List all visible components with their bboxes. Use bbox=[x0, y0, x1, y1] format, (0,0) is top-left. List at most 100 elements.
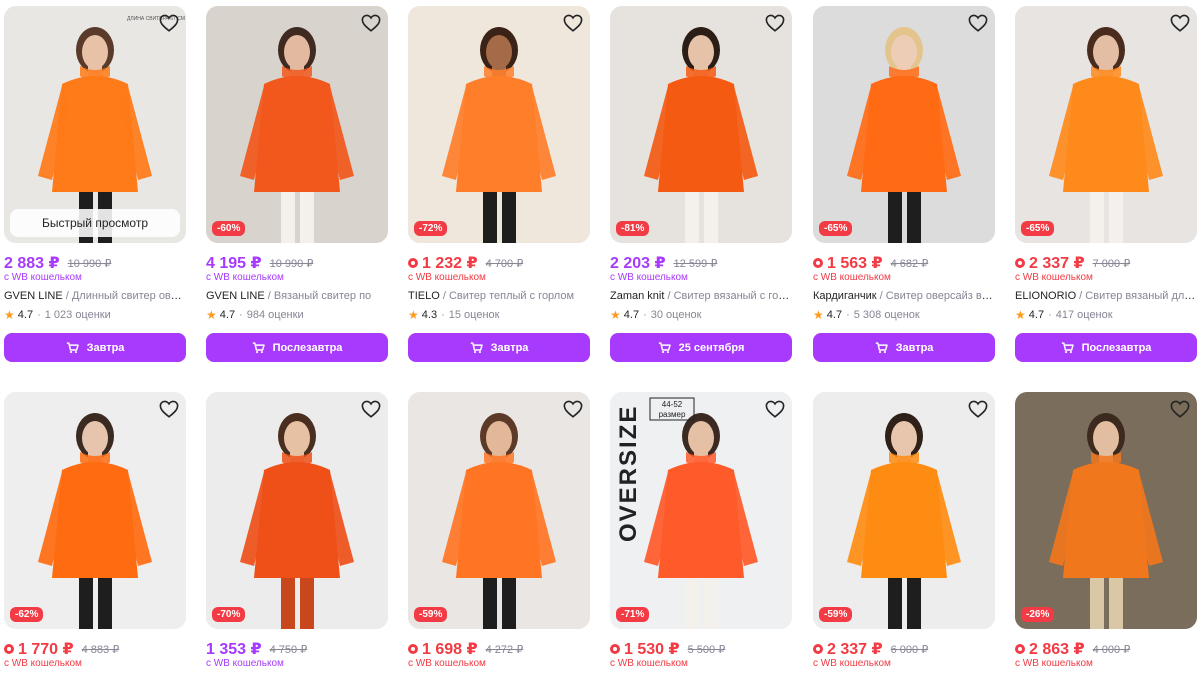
price: 1 353 ₽ bbox=[206, 641, 262, 658]
heart-icon[interactable] bbox=[360, 12, 382, 34]
old-price: 10 990 ₽ bbox=[67, 257, 112, 270]
add-to-cart-button[interactable]: Завтра bbox=[408, 333, 590, 362]
brand: GVEN LINE bbox=[4, 290, 63, 302]
price-row: 4 195 ₽ 10 990 ₽ bbox=[206, 254, 388, 272]
product-card[interactable]: -65% 2 337 ₽ 7 000 ₽ с WB кошельком ELIONORI… bbox=[1015, 6, 1197, 362]
price-row: 2 883 ₽ 10 990 ₽ bbox=[4, 254, 186, 272]
wallet-note: с WB кошельком bbox=[408, 272, 486, 283]
wallet-note: с WB кошельком bbox=[813, 658, 891, 669]
add-to-cart-button[interactable]: Завтра bbox=[813, 333, 995, 362]
delivery-label: Завтра bbox=[895, 341, 934, 354]
add-to-cart-button[interactable]: Послезавтра bbox=[206, 333, 388, 362]
heart-icon[interactable] bbox=[1169, 398, 1191, 420]
product-card[interactable]: OVERSIZE 44-52 размер -71% 1 530 ₽ 5 500 ₽ с W… bbox=[610, 392, 792, 670]
price-row: 2 337 ₽ 6 000 ₽ bbox=[813, 640, 995, 658]
wallet-icon bbox=[408, 644, 418, 654]
review-count: 1 023 оценки bbox=[44, 309, 111, 321]
product-card[interactable]: -26% 2 863 ₽ 4 000 ₽ с WB кошельком bbox=[1015, 392, 1197, 670]
product-image[interactable]: -60% bbox=[206, 6, 388, 243]
product-card[interactable]: -65% 1 563 ₽ 4 682 ₽ с WB кошельком Кардиган… bbox=[813, 6, 995, 362]
price-row: 1 353 ₽ 4 750 ₽ bbox=[206, 640, 388, 658]
wallet-note: с WB кошельком bbox=[610, 658, 688, 669]
price: 2 863 ₽ bbox=[1029, 641, 1085, 658]
product-name[interactable]: GVEN LINE / Длинный свитер оверсайз bbox=[4, 290, 186, 303]
product-image[interactable]: -81% bbox=[610, 6, 792, 243]
wallet-note: с WB кошельком bbox=[1015, 272, 1093, 283]
old-price: 4 272 ₽ bbox=[485, 643, 524, 656]
discount-badge: -59% bbox=[819, 607, 853, 622]
product-card[interactable]: -70% 1 353 ₽ 4 750 ₽ с WB кошельком bbox=[206, 392, 388, 670]
heart-icon[interactable] bbox=[562, 398, 584, 420]
cart-icon bbox=[66, 341, 79, 354]
delivery-label: Послезавтра bbox=[272, 341, 343, 354]
product-name[interactable]: Кардиганчик / Свитер оверсайз вязаный bbox=[813, 290, 995, 303]
rating: ★ 4.7 · 1 023 оценки bbox=[4, 309, 186, 322]
wallet-icon bbox=[408, 258, 418, 268]
discount-badge: -72% bbox=[414, 221, 448, 236]
product-image[interactable]: -70% bbox=[206, 392, 388, 629]
product-image[interactable]: -65% bbox=[1015, 6, 1197, 243]
product-name[interactable]: TIELO / Свитер теплый с горлом bbox=[408, 290, 590, 303]
brand: TIELO bbox=[408, 290, 440, 302]
rating: ★ 4.3 · 15 оценок bbox=[408, 309, 590, 322]
product-image[interactable]: -59% bbox=[813, 392, 995, 629]
product-card[interactable]: -59% 1 698 ₽ 4 272 ₽ с WB кошельком bbox=[408, 392, 590, 670]
star-icon: ★ bbox=[408, 308, 419, 322]
star-icon: ★ bbox=[610, 308, 621, 322]
heart-icon[interactable] bbox=[764, 12, 786, 34]
heart-icon[interactable] bbox=[764, 398, 786, 420]
product-image[interactable]: -59% bbox=[408, 392, 590, 629]
rating-value: 4.7 bbox=[17, 309, 34, 321]
separator: · bbox=[1048, 309, 1052, 321]
separator: · bbox=[239, 309, 243, 321]
heart-icon[interactable] bbox=[967, 12, 989, 34]
heart-icon[interactable] bbox=[967, 398, 989, 420]
wallet-note: с WB кошельком bbox=[4, 272, 82, 283]
product-card[interactable]: ДЛИНА СВИТЕРА 67 СМ Быстрый просмотр 2 883… bbox=[4, 6, 186, 362]
heart-icon[interactable] bbox=[158, 12, 180, 34]
rating: ★ 4.7 · 30 оценок bbox=[610, 309, 792, 322]
product-name[interactable]: Zaman knit / Свитер вязаный с горлом bbox=[610, 290, 792, 303]
quick-view-button[interactable]: Быстрый просмотр bbox=[10, 209, 180, 237]
add-to-cart-button[interactable]: Завтра bbox=[4, 333, 186, 362]
product-card[interactable]: -62% 1 770 ₽ 4 883 ₽ с WB кошельком bbox=[4, 392, 186, 670]
heart-icon[interactable] bbox=[1169, 12, 1191, 34]
star-icon: ★ bbox=[206, 308, 217, 322]
add-to-cart-button[interactable]: Послезавтра bbox=[1015, 333, 1197, 362]
price: 1 698 ₽ bbox=[422, 641, 478, 658]
discount-badge: -26% bbox=[1021, 607, 1055, 622]
product-image[interactable]: ДЛИНА СВИТЕРА 67 СМ Быстрый просмотр bbox=[4, 6, 186, 243]
price: 2 203 ₽ bbox=[610, 255, 666, 272]
product-image[interactable]: -26% bbox=[1015, 392, 1197, 629]
cart-icon bbox=[1061, 341, 1074, 354]
product-desc: / Свитер оверсайз вязаный bbox=[879, 290, 995, 302]
old-price: 10 990 ₽ bbox=[269, 257, 314, 270]
discount-badge: -62% bbox=[10, 607, 44, 622]
product-card[interactable]: -59% 2 337 ₽ 6 000 ₽ с WB кошельком bbox=[813, 392, 995, 670]
product-name[interactable]: GVEN LINE / Вязаный свитер по bbox=[206, 290, 388, 303]
product-card[interactable]: -72% 1 232 ₽ 4 700 ₽ с WB кошельком TIELO / … bbox=[408, 6, 590, 362]
product-image[interactable]: -65% bbox=[813, 6, 995, 243]
product-card[interactable]: -60% 4 195 ₽ 10 990 ₽ с WB кошельком GVEN LI… bbox=[206, 6, 388, 362]
product-image[interactable]: -62% bbox=[4, 392, 186, 629]
price: 1 232 ₽ bbox=[422, 255, 478, 272]
product-desc: / Свитер вязаный с горлом bbox=[664, 290, 792, 302]
wallet-icon bbox=[610, 644, 620, 654]
old-price: 12 599 ₽ bbox=[673, 257, 718, 270]
add-to-cart-button[interactable]: 25 сентября bbox=[610, 333, 792, 362]
heart-icon[interactable] bbox=[562, 12, 584, 34]
discount-badge: -81% bbox=[616, 221, 650, 236]
price: 2 337 ₽ bbox=[1029, 255, 1085, 272]
price: 4 195 ₽ bbox=[206, 255, 262, 272]
heart-icon[interactable] bbox=[360, 398, 382, 420]
heart-icon[interactable] bbox=[158, 398, 180, 420]
product-name[interactable]: ELIONORIO / Свитер вязаный длинный bbox=[1015, 290, 1197, 303]
rating: ★ 4.7 · 5 308 оценок bbox=[813, 309, 995, 322]
product-image[interactable]: -72% bbox=[408, 6, 590, 243]
separator: · bbox=[37, 309, 41, 321]
product-image[interactable]: OVERSIZE 44-52 размер -71% bbox=[610, 392, 792, 629]
price-row: 2 337 ₽ 7 000 ₽ bbox=[1015, 254, 1197, 272]
price-row: 1 770 ₽ 4 883 ₽ bbox=[4, 640, 186, 658]
cart-icon bbox=[875, 341, 888, 354]
product-card[interactable]: -81% 2 203 ₽ 12 599 ₽ с WB кошельком Zaman k… bbox=[610, 6, 792, 362]
